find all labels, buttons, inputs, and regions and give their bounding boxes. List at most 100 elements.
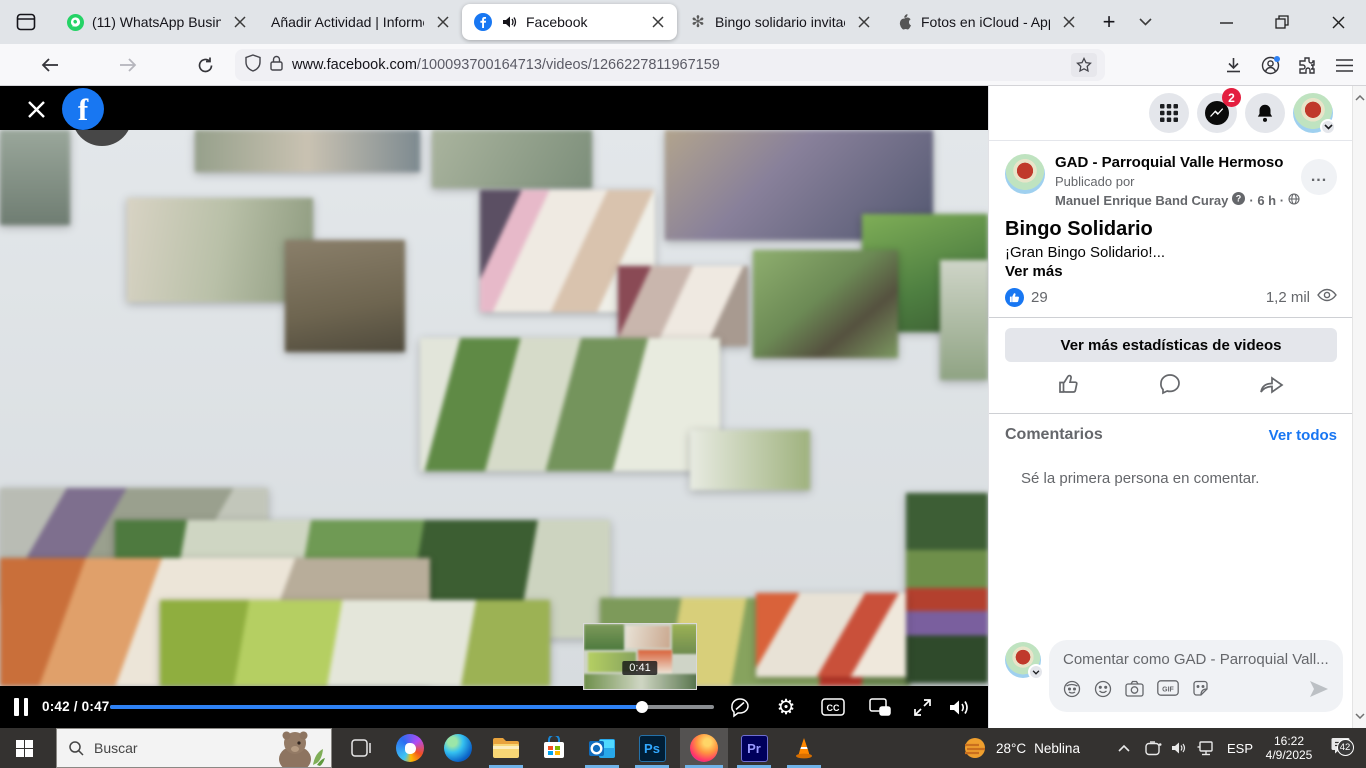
taskbar-store-icon[interactable] — [532, 728, 576, 768]
tray-network-icon[interactable] — [1192, 728, 1220, 768]
scroll-down-icon[interactable] — [1353, 708, 1366, 724]
video-progress-bar[interactable] — [110, 705, 714, 709]
window-minimize-button[interactable] — [1210, 11, 1242, 33]
menu-hamburger-icon[interactable] — [1328, 49, 1360, 81]
volume-icon[interactable] — [948, 696, 972, 718]
weather-condition: Neblina — [1034, 741, 1080, 756]
camera-icon[interactable] — [1125, 680, 1144, 703]
see-all-comments-link[interactable]: Ver todos — [1269, 427, 1337, 444]
sticker-icon[interactable] — [1192, 680, 1209, 703]
shield-icon[interactable] — [245, 54, 261, 77]
messenger-icon[interactable]: 2 — [1197, 93, 1237, 133]
tab-audio-icon[interactable] — [500, 13, 518, 31]
lock-icon[interactable] — [270, 55, 283, 76]
start-button[interactable] — [0, 728, 48, 768]
chevron-down-icon[interactable] — [1028, 664, 1044, 680]
post-time[interactable]: · 6 h · — [1249, 193, 1284, 208]
tab-informes[interactable]: Añadir Actividad | Informes Mens — [259, 4, 462, 40]
video-player[interactable]: f 0:41 0:42 / 0:47 — [0, 86, 988, 728]
window-restore-button[interactable] — [1266, 11, 1298, 33]
tray-capture-icon[interactable] — [1140, 728, 1166, 768]
comment-input[interactable]: Comentar como GAD - Parroquial Vall... — [1049, 640, 1343, 712]
taskbar-weather-widget[interactable]: 28°C Neblina — [962, 728, 1112, 768]
taskbar-copilot-icon[interactable] — [388, 728, 432, 768]
window-close-button[interactable] — [1322, 11, 1354, 33]
post-options-ellipsis[interactable]: ... — [1301, 159, 1337, 195]
tab-close-icon[interactable] — [647, 11, 669, 33]
privacy-globe-icon — [1288, 193, 1300, 208]
progress-knob[interactable] — [636, 701, 648, 713]
profile-avatar[interactable] — [1293, 93, 1333, 133]
facebook-logo[interactable]: f — [62, 88, 104, 130]
captions-cc-icon[interactable]: CC — [821, 696, 845, 718]
taskbar-file-explorer-icon[interactable] — [484, 728, 528, 768]
see-more-link[interactable]: Ver más — [989, 261, 1353, 280]
notification-count-badge: 42 — [1337, 739, 1354, 756]
apps-grid-icon[interactable] — [1149, 93, 1189, 133]
publisher-name[interactable]: Manuel Enrique Band Curay — [1055, 193, 1228, 208]
pause-button[interactable] — [14, 698, 30, 716]
tab-icloud-photos[interactable]: Fotos en iCloud - Apple iClou — [883, 4, 1088, 40]
photoshop-tile: Ps — [639, 735, 666, 762]
extensions-puzzle-icon[interactable] — [1291, 49, 1323, 81]
taskbar-premiere-icon[interactable]: Pr — [732, 728, 776, 768]
taskbar-outlook-icon[interactable] — [580, 728, 624, 768]
comments-disabled-icon[interactable] — [728, 696, 752, 718]
weather-haze-icon — [962, 735, 988, 761]
scroll-up-icon[interactable] — [1353, 90, 1366, 106]
picture-in-picture-icon[interactable] — [868, 696, 892, 718]
firefox-view-icon[interactable] — [8, 6, 44, 38]
account-icon[interactable] — [1254, 49, 1286, 81]
tab-list-dropdown-icon[interactable] — [1134, 11, 1156, 33]
fullscreen-icon[interactable] — [910, 696, 934, 718]
send-comment-icon[interactable] — [1309, 680, 1329, 703]
taskbar-edge-icon[interactable] — [436, 728, 480, 768]
share-action-icon[interactable] — [1259, 372, 1285, 401]
taskbar-firefox-icon[interactable] — [680, 728, 728, 768]
close-video-icon[interactable] — [24, 97, 48, 121]
reload-button[interactable] — [189, 49, 221, 81]
composer-avatar[interactable] — [1005, 642, 1041, 678]
like-action-icon[interactable] — [1057, 372, 1081, 401]
comment-action-icon[interactable] — [1158, 372, 1182, 401]
page-avatar[interactable] — [1005, 154, 1045, 194]
tab-close-icon[interactable] — [1058, 11, 1080, 33]
task-view-icon[interactable] — [340, 728, 384, 768]
notifications-bell-icon[interactable] — [1245, 93, 1285, 133]
downloads-icon[interactable] — [1217, 49, 1249, 81]
new-tab-button[interactable]: + — [1098, 11, 1120, 33]
notification-center-icon[interactable]: 42 — [1320, 728, 1360, 768]
taskbar-photoshop-icon[interactable]: Ps — [630, 728, 674, 768]
tab-close-icon[interactable] — [432, 11, 454, 33]
url-path: /100093700164713/videos/1266227811967159 — [417, 57, 720, 73]
tray-show-hidden-icon[interactable] — [1112, 728, 1136, 768]
url-bar[interactable]: www.facebook.com/100093700164713/videos/… — [235, 49, 1105, 81]
tab-title: Añadir Actividad | Informes Mens — [271, 14, 424, 30]
forward-button[interactable] — [112, 49, 144, 81]
tray-clock[interactable]: 16:22 4/9/2025 — [1258, 728, 1320, 768]
tab-whatsapp[interactable]: (11) WhatsApp Business — [54, 4, 259, 40]
like-count[interactable]: 29 — [1031, 289, 1266, 306]
page-content: f 0:41 0:42 / 0:47 — [0, 86, 1366, 728]
tab-close-icon[interactable] — [853, 11, 875, 33]
page-name[interactable]: GAD - Parroquial Valle Hermoso — [1055, 154, 1300, 171]
tab-facebook-active[interactable]: Facebook — [462, 4, 677, 40]
tab-close-icon[interactable] — [229, 11, 251, 33]
avatar-sticker-icon[interactable] — [1063, 680, 1081, 703]
bookmark-star-icon[interactable] — [1071, 53, 1097, 77]
video-frame-area[interactable] — [0, 130, 988, 686]
tray-volume-icon[interactable] — [1166, 728, 1192, 768]
like-thumb-badge[interactable] — [1005, 288, 1024, 307]
video-stats-button[interactable]: Ver más estadísticas de videos — [1005, 328, 1337, 362]
taskbar-vlc-icon[interactable] — [782, 728, 826, 768]
page-scrollbar[interactable] — [1352, 86, 1366, 728]
taskbar-search-box[interactable]: Buscar — [56, 728, 332, 768]
tray-language-indicator[interactable]: ESP — [1222, 728, 1258, 768]
emoji-smiley-icon[interactable] — [1094, 680, 1112, 703]
back-button[interactable] — [34, 49, 66, 81]
tab-title: Bingo solidario invitación — [715, 14, 845, 30]
settings-gear-icon[interactable]: ⚙ — [774, 696, 798, 718]
gif-icon[interactable]: GIF — [1157, 680, 1179, 703]
tab-bingo-chatgpt[interactable]: ✻ Bingo solidario invitación — [677, 4, 883, 40]
help-question-icon[interactable]: ? — [1232, 192, 1245, 208]
